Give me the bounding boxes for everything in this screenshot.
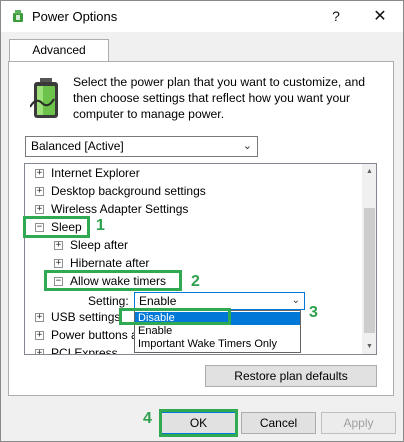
step-1-number: 1 bbox=[96, 217, 105, 234]
step-2-number: 2 bbox=[191, 273, 200, 290]
help-button[interactable]: ? bbox=[313, 1, 359, 32]
cancel-button[interactable]: Cancel bbox=[241, 412, 316, 434]
tab-advanced-settings[interactable]: Advanced settings bbox=[9, 39, 109, 78]
setting-value: Enable bbox=[139, 294, 177, 308]
tree-item-label: USB settings bbox=[51, 310, 121, 324]
title-bar: Power Options ? ✕ bbox=[1, 1, 403, 32]
power-plan-value: Balanced [Active] bbox=[31, 139, 124, 153]
scroll-up-icon[interactable]: ▲ bbox=[362, 164, 376, 179]
expand-icon[interactable]: + bbox=[54, 241, 63, 250]
chevron-down-icon: ⌄ bbox=[242, 140, 252, 152]
tree-scrollbar[interactable]: ▲ ▼ bbox=[362, 164, 376, 354]
battery-plan-icon bbox=[30, 78, 58, 118]
expand-icon[interactable]: + bbox=[35, 331, 44, 340]
restore-plan-defaults-button[interactable]: Restore plan defaults bbox=[205, 365, 377, 387]
step-4-highlight bbox=[159, 409, 238, 437]
scroll-down-icon[interactable]: ▼ bbox=[362, 339, 376, 354]
option-important-wake-timers-only[interactable]: Important Wake Timers Only bbox=[135, 338, 300, 351]
tree-item-label: PCI Express bbox=[51, 346, 118, 355]
power-plan-select[interactable]: Balanced [Active] ⌄ bbox=[25, 136, 258, 157]
close-button[interactable]: ✕ bbox=[357, 1, 403, 32]
window-title: Power Options bbox=[32, 9, 118, 24]
expand-icon[interactable]: + bbox=[35, 313, 44, 322]
tree-item-label: Sleep after bbox=[70, 238, 129, 252]
expand-icon[interactable]: + bbox=[35, 187, 44, 196]
option-enable[interactable]: Enable bbox=[135, 325, 300, 338]
step-1-highlight bbox=[23, 216, 90, 238]
expand-icon[interactable]: + bbox=[35, 349, 44, 354]
apply-button: Apply bbox=[321, 412, 396, 434]
expand-icon[interactable]: + bbox=[54, 259, 63, 268]
expand-icon[interactable]: + bbox=[35, 205, 44, 214]
step-4-number: 4 bbox=[143, 410, 152, 427]
tree-item-label: Internet Explorer bbox=[51, 166, 140, 180]
step-3-highlight bbox=[119, 308, 231, 325]
power-options-app-icon bbox=[13, 10, 23, 22]
tree-item-label: Desktop background settings bbox=[51, 184, 206, 198]
step-2-highlight bbox=[44, 270, 182, 291]
plan-description: Select the power plan that you want to c… bbox=[73, 75, 365, 121]
scrollbar-thumb[interactable] bbox=[364, 208, 375, 333]
chevron-down-icon: ⌄ bbox=[291, 295, 300, 306]
expand-icon[interactable]: + bbox=[35, 169, 44, 178]
step-3-number: 3 bbox=[309, 304, 318, 321]
